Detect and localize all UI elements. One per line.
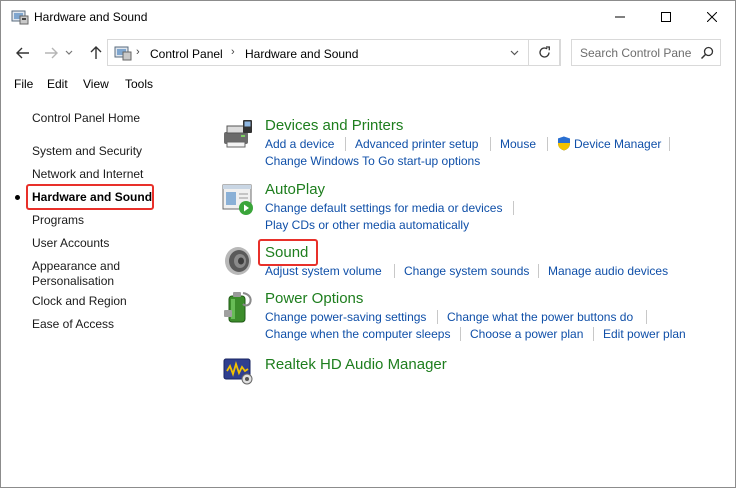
breadcrumb-control-panel[interactable]: Control Panel: [150, 47, 223, 61]
uac-shield-icon: [558, 136, 570, 151]
chevron-down-icon: [510, 50, 518, 56]
link-adjust-system-volume[interactable]: Adjust system volume: [265, 264, 382, 278]
category-title-devices-and-printers[interactable]: Devices and Printers: [265, 117, 403, 134]
chevron-down-icon: [65, 50, 73, 55]
arrow-up-icon: [90, 46, 102, 59]
link-mouse[interactable]: Mouse: [500, 137, 536, 151]
minimize-icon: [615, 16, 625, 18]
link-change-windows-to-go-start-up-options[interactable]: Change Windows To Go start-up options: [265, 154, 480, 168]
link-add-a-device[interactable]: Add a device: [265, 137, 334, 151]
speaker-icon: [225, 247, 251, 275]
link-advanced-printer-setup[interactable]: Advanced printer setup: [355, 137, 478, 151]
link-separator: [394, 264, 395, 278]
title-bar[interactable]: Hardware and Sound: [1, 1, 735, 33]
up-button[interactable]: [86, 43, 106, 63]
active-bullet: [15, 195, 20, 200]
search-input[interactable]: [580, 45, 692, 61]
address-dropdown-button[interactable]: [504, 42, 524, 64]
minimize-button[interactable]: [597, 1, 643, 33]
category-title-realtek-hd-audio-manager[interactable]: Realtek HD Audio Manager: [265, 356, 447, 373]
category-title-autoplay[interactable]: AutoPlay: [265, 181, 325, 198]
sidebar-item-control-panel-home[interactable]: Control Panel Home: [32, 111, 140, 125]
sidebar-item-ease-of-access[interactable]: Ease of Access: [32, 317, 114, 331]
link-device-manager[interactable]: Device Manager: [574, 137, 661, 151]
link-separator: [547, 137, 548, 151]
sidebar-item-hardware-and-sound[interactable]: Hardware and Sound: [32, 190, 152, 204]
breadcrumb-hardware-and-sound[interactable]: Hardware and Sound: [245, 47, 358, 61]
link-separator: [646, 310, 647, 324]
maximize-button[interactable]: [643, 1, 689, 33]
link-choose-a-power-plan[interactable]: Choose a power plan: [470, 327, 583, 341]
search-box[interactable]: [571, 39, 721, 66]
menu-file[interactable]: File: [14, 77, 33, 91]
link-separator: [513, 201, 514, 215]
maximize-icon: [661, 12, 671, 22]
link-change-what-the-power-buttons-do[interactable]: Change what the power buttons do: [447, 310, 633, 324]
control-panel-icon: [11, 10, 29, 25]
back-button[interactable]: [13, 43, 33, 63]
link-separator: [593, 327, 594, 341]
control-panel-icon: [114, 46, 132, 61]
link-change-when-the-computer-sleeps[interactable]: Change when the computer sleeps: [265, 327, 450, 341]
refresh-icon: [538, 46, 550, 58]
battery-power-icon: [224, 292, 252, 323]
arrow-right-icon: [45, 47, 58, 59]
refresh-button[interactable]: [528, 39, 560, 66]
realtek-audio-icon: [223, 358, 253, 385]
close-icon: [707, 12, 717, 22]
link-separator: [669, 137, 670, 151]
search-icon[interactable]: [700, 46, 714, 60]
breadcrumb-separator-icon[interactable]: ›: [231, 46, 235, 58]
forward-button[interactable]: [41, 43, 61, 63]
recent-locations-button[interactable]: [63, 43, 75, 63]
link-play-cds-or-other-media-automatically[interactable]: Play CDs or other media automatically: [265, 218, 469, 232]
link-separator: [490, 137, 491, 151]
menu-edit[interactable]: Edit: [47, 77, 68, 91]
breadcrumb-separator-icon[interactable]: ›: [136, 46, 140, 58]
menu-tools[interactable]: Tools: [125, 77, 153, 91]
link-edit-power-plan[interactable]: Edit power plan: [603, 327, 686, 341]
window: Hardware and Sound › Control Panel › Har…: [0, 0, 736, 488]
close-button[interactable]: [689, 1, 735, 33]
arrow-left-icon: [16, 47, 29, 59]
sidebar-item-network-and-internet[interactable]: Network and Internet: [32, 167, 143, 181]
devices-printers-icon: [224, 120, 252, 148]
sidebar-item-appearance-and-personalisation[interactable]: Appearance and: [32, 259, 120, 273]
sidebar-item-system-and-security[interactable]: System and Security: [32, 144, 142, 158]
window-title: Hardware and Sound: [34, 10, 148, 24]
link-manage-audio-devices[interactable]: Manage audio devices: [548, 264, 668, 278]
sidebar-item-user-accounts[interactable]: User Accounts: [32, 236, 109, 250]
link-separator: [538, 264, 539, 278]
sidebar-item-appearance-and-personalisation-line2[interactable]: Personalisation: [32, 274, 114, 288]
category-title-sound[interactable]: Sound: [265, 244, 308, 261]
autoplay-icon: [222, 184, 253, 215]
sidebar-item-programs[interactable]: Programs: [32, 213, 84, 227]
menu-view[interactable]: View: [83, 77, 109, 91]
address-bar[interactable]: › Control Panel › Hardware and Sound: [107, 39, 561, 66]
link-change-power-saving-settings[interactable]: Change power-saving settings: [265, 310, 426, 324]
sidebar-item-clock-and-region[interactable]: Clock and Region: [32, 294, 127, 308]
link-change-system-sounds[interactable]: Change system sounds: [404, 264, 529, 278]
link-separator: [460, 327, 461, 341]
link-change-default-settings-for-media-or-devices[interactable]: Change default settings for media or dev…: [265, 201, 502, 215]
link-separator: [345, 137, 346, 151]
link-separator: [437, 310, 438, 324]
category-title-power-options[interactable]: Power Options: [265, 290, 363, 307]
